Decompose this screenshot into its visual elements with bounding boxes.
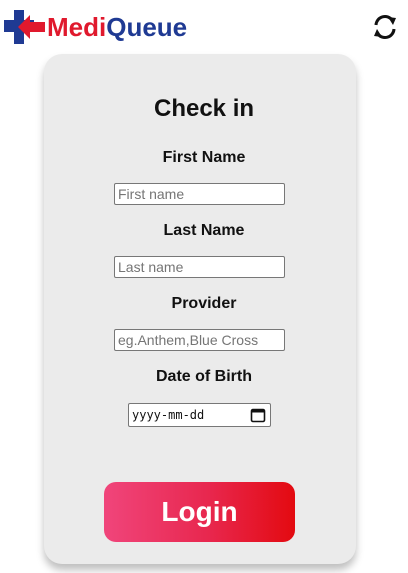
form-title: Check in [153,95,255,122]
refresh-icon [374,14,396,40]
medical-cross-arrow-icon [4,10,45,44]
brand-name: MediQueue [47,14,187,40]
provider-label: Provider [171,295,237,312]
last-name-label: Last Name [163,222,245,239]
provider-input[interactable] [114,329,285,351]
calendar-icon[interactable] [250,407,266,423]
last-name-input[interactable] [114,256,285,278]
date-of-birth-input[interactable]: yyyy-mm-dd [128,403,271,427]
login-button[interactable]: Login [104,482,295,542]
date-placeholder: yyyy-mm-dd [132,408,205,422]
refresh-button[interactable] [369,11,401,43]
check-in-page: MediQueue Check in First Name Last Name … [0,0,408,573]
brand-name-queue: Queue [106,12,188,42]
medi-queue-logo: MediQueue [2,6,187,48]
brand-name-medi: Medi [47,12,107,42]
first-name-label: First Name [162,149,246,166]
first-name-input[interactable] [114,183,285,205]
date-of-birth-label: Date of Birth [156,368,252,385]
app-header: MediQueue [0,0,408,52]
